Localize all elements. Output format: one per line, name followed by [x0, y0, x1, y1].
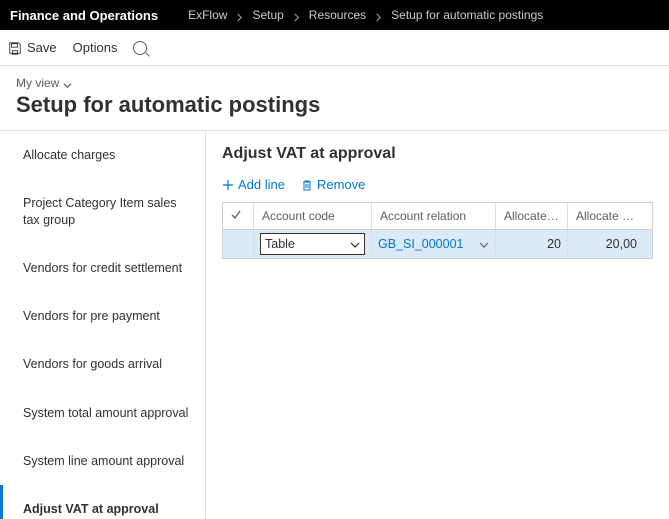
- remove-label: Remove: [317, 177, 365, 192]
- column-allocate-vat[interactable]: Allocate VAT di...: [495, 203, 567, 229]
- view-selector[interactable]: My view: [16, 76, 653, 90]
- column-account-relation[interactable]: Account relation: [371, 203, 495, 229]
- side-nav: Allocate charges Project Category Item s…: [0, 130, 205, 519]
- remove-button[interactable]: Remove: [301, 177, 365, 192]
- chevron-right-icon: [374, 11, 383, 20]
- plus-icon: [222, 179, 234, 191]
- data-grid: Account code Account relation Allocate V…: [222, 202, 653, 259]
- row-selector[interactable]: [223, 230, 253, 258]
- top-nav-bar: Finance and Operations ExFlow Setup Reso…: [0, 0, 669, 30]
- column-allocate-tax[interactable]: Allocate tax dif...: [567, 203, 643, 229]
- grid-toolbar: Add line Remove: [222, 177, 653, 192]
- page-header: My view Setup for automatic postings: [0, 66, 669, 130]
- account-relation-value[interactable]: GB_SI_000001: [378, 237, 464, 251]
- nav-item-allocate-charges[interactable]: Allocate charges: [0, 131, 205, 179]
- cell-account-relation[interactable]: GB_SI_000001: [371, 230, 495, 258]
- save-icon: [8, 41, 22, 55]
- section-title: Adjust VAT at approval: [222, 145, 653, 163]
- view-label: My view: [16, 76, 59, 90]
- column-select-all[interactable]: [223, 203, 253, 229]
- breadcrumb-item[interactable]: Setup: [252, 8, 283, 22]
- save-label: Save: [27, 40, 57, 55]
- options-label: Options: [73, 40, 118, 55]
- chevron-down-icon: [350, 239, 360, 249]
- command-bar: Save Options: [0, 30, 669, 66]
- nav-item-vendors-credit[interactable]: Vendors for credit settlement: [0, 244, 205, 292]
- chevron-down-icon: [479, 239, 489, 249]
- account-code-dropdown[interactable]: Table: [260, 233, 365, 255]
- search-icon: [133, 41, 147, 55]
- chevron-right-icon: [292, 11, 301, 20]
- chevron-down-icon: [63, 79, 72, 88]
- add-line-button[interactable]: Add line: [222, 177, 285, 192]
- breadcrumb-item[interactable]: ExFlow: [188, 8, 227, 22]
- nav-item-adjust-vat[interactable]: Adjust VAT at approval: [0, 485, 205, 519]
- content-area: Allocate charges Project Category Item s…: [0, 130, 669, 519]
- chevron-right-icon: [235, 11, 244, 20]
- check-icon: [231, 209, 241, 219]
- column-account-code[interactable]: Account code: [253, 203, 371, 229]
- options-button[interactable]: Options: [73, 40, 118, 55]
- cell-allocate-tax[interactable]: 20,00: [567, 230, 643, 258]
- cell-allocate-vat[interactable]: 20: [495, 230, 567, 258]
- nav-item-project-category[interactable]: Project Category Item sales tax group: [0, 179, 205, 244]
- nav-item-system-total[interactable]: System total amount approval: [0, 389, 205, 437]
- cell-account-code[interactable]: Table: [253, 230, 371, 258]
- breadcrumb-item[interactable]: Setup for automatic postings: [391, 8, 543, 22]
- breadcrumb-item[interactable]: Resources: [309, 8, 366, 22]
- add-line-label: Add line: [238, 177, 285, 192]
- save-button[interactable]: Save: [8, 40, 57, 55]
- main-panel: Adjust VAT at approval Add line Remove A…: [205, 130, 669, 519]
- account-code-value: Table: [265, 237, 295, 251]
- nav-item-vendors-goods[interactable]: Vendors for goods arrival: [0, 340, 205, 388]
- nav-item-vendors-prepay[interactable]: Vendors for pre payment: [0, 292, 205, 340]
- table-row[interactable]: Table GB_SI_000001 20 20,00: [223, 230, 652, 258]
- trash-icon: [301, 179, 313, 191]
- search-button[interactable]: [133, 41, 147, 55]
- app-name: Finance and Operations: [10, 8, 158, 23]
- nav-item-system-line[interactable]: System line amount approval: [0, 437, 205, 485]
- grid-header: Account code Account relation Allocate V…: [223, 203, 652, 230]
- page-title: Setup for automatic postings: [16, 92, 653, 118]
